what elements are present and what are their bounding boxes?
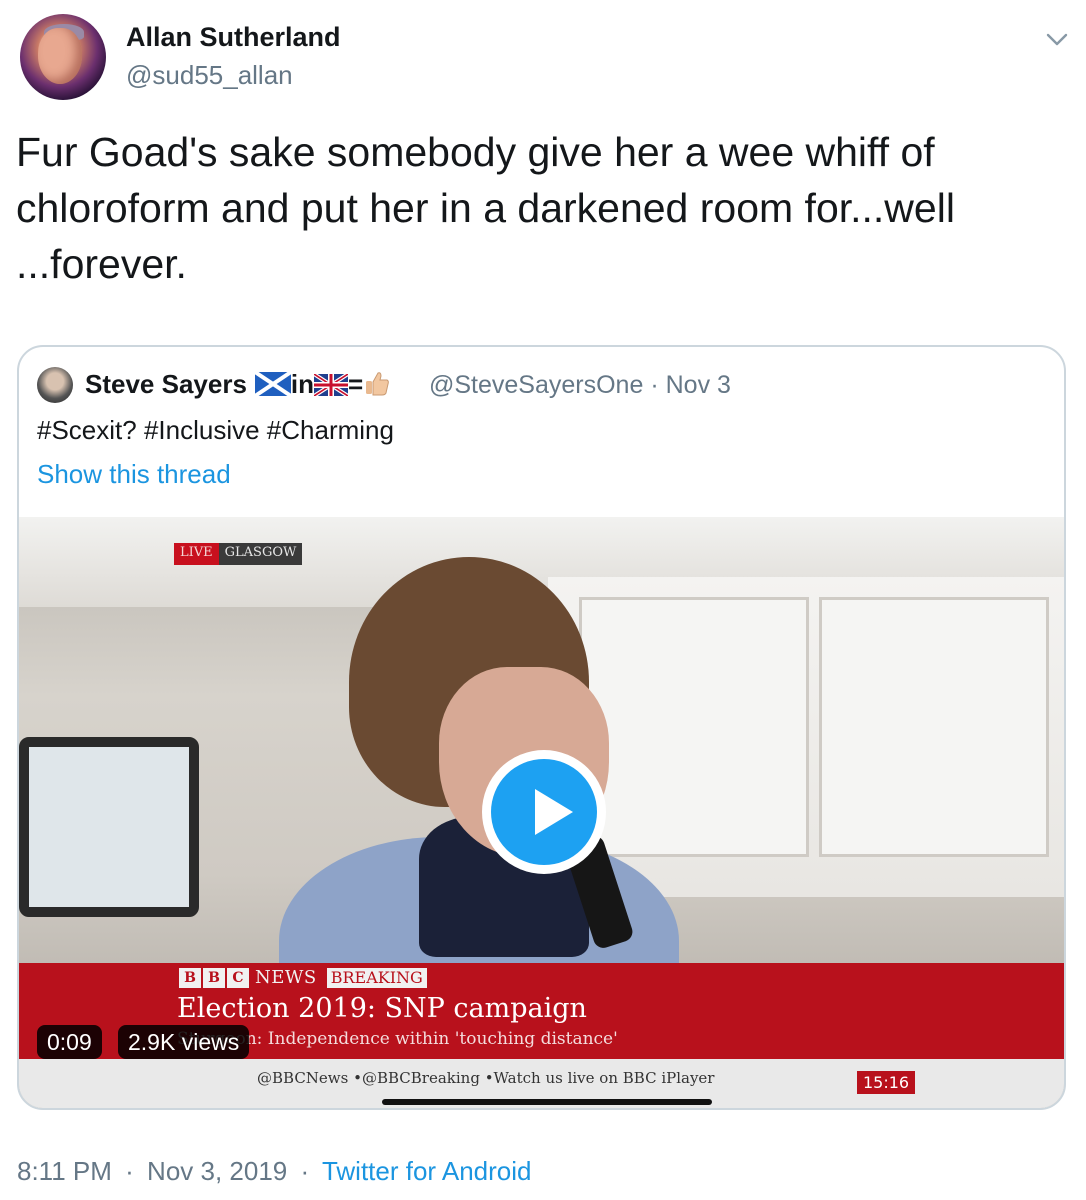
bbc-news-label: NEWS [255,967,317,988]
bbc-logo-letter: B [179,967,201,988]
tweet-date[interactable]: Nov 3, 2019 [147,1156,287,1186]
quoted-name-text: Steve Sayers [85,369,247,399]
play-button-inner [491,759,597,865]
author-avatar[interactable] [20,14,106,100]
tweet-header: Allan Sutherland @sud55_allan [20,12,1070,112]
location-label: GLASGOW [218,543,303,565]
video-scene-panel [579,597,809,857]
bbc-headline: Election 2019: SNP campaign [177,993,587,1024]
bbc-logo-letter: C [227,967,249,988]
thumbs-up-icon [366,372,390,396]
uk-flag-icon [314,374,349,396]
tweet-time[interactable]: 8:11 PM [17,1156,112,1186]
live-label: LIVE [174,543,219,565]
quoted-handle[interactable]: @SteveSayersOne [429,371,643,399]
quoted-date[interactable]: Nov 3 [666,371,731,399]
avatar-face [38,28,82,84]
quoted-meta: @SteveSayersOne · Nov 3 [429,371,731,400]
ticker-text: @BBCNews •@BBCBreaking •Watch us live on… [257,1069,715,1087]
quoted-name-equals: = [348,369,364,399]
tweet-footer: 8:11 PM · Nov 3, 2019 · Twitter for Andr… [17,1156,531,1187]
live-badge: LIVE GLASGOW [174,543,303,565]
bbc-ticker: @BBCNews •@BBCBreaking •Watch us live on… [19,1059,1064,1108]
breaking-label: BREAKING [326,967,427,988]
video-player[interactable]: LIVE GLASGOW B B C NEWS BREAKING Electio… [19,517,1064,1108]
tweet-source-link[interactable]: Twitter for Android [322,1156,532,1186]
video-duration: 0:09 [37,1025,102,1059]
quoted-author-name[interactable]: Steve Sayers in = [85,369,391,400]
quoted-tweet[interactable]: Steve Sayers in = @SteveSayersOne · Nov … [17,345,1066,1110]
bbc-logo-letter: B [203,967,225,988]
video-scrub-bar[interactable] [382,1099,712,1105]
quoted-name-in: in [290,369,315,399]
play-button[interactable] [482,750,606,874]
quoted-text: #Scexit? #Inclusive #Charming [37,415,394,445]
quoted-avatar[interactable] [37,367,73,403]
play-icon [535,789,573,835]
chevron-down-icon[interactable] [1044,26,1070,52]
quoted-separator: · [650,371,659,399]
video-scene-panel [819,597,1049,857]
scotland-flag-icon [254,372,291,396]
author-name[interactable]: Allan Sutherland [126,22,341,53]
video-scene-window [19,737,199,917]
bbc-clock: 15:16 [857,1071,916,1094]
footer-separator: · [125,1156,134,1186]
video-views: 2.9K views [118,1025,250,1059]
tweet-text: Fur Goad's sake somebody give her a wee … [16,129,955,287]
bbc-news-logo: B B C NEWS BREAKING [179,967,427,988]
footer-separator: · [300,1156,310,1186]
author-handle[interactable]: @sud55_allan [126,60,293,91]
show-thread-link[interactable]: Show this thread [37,459,231,490]
